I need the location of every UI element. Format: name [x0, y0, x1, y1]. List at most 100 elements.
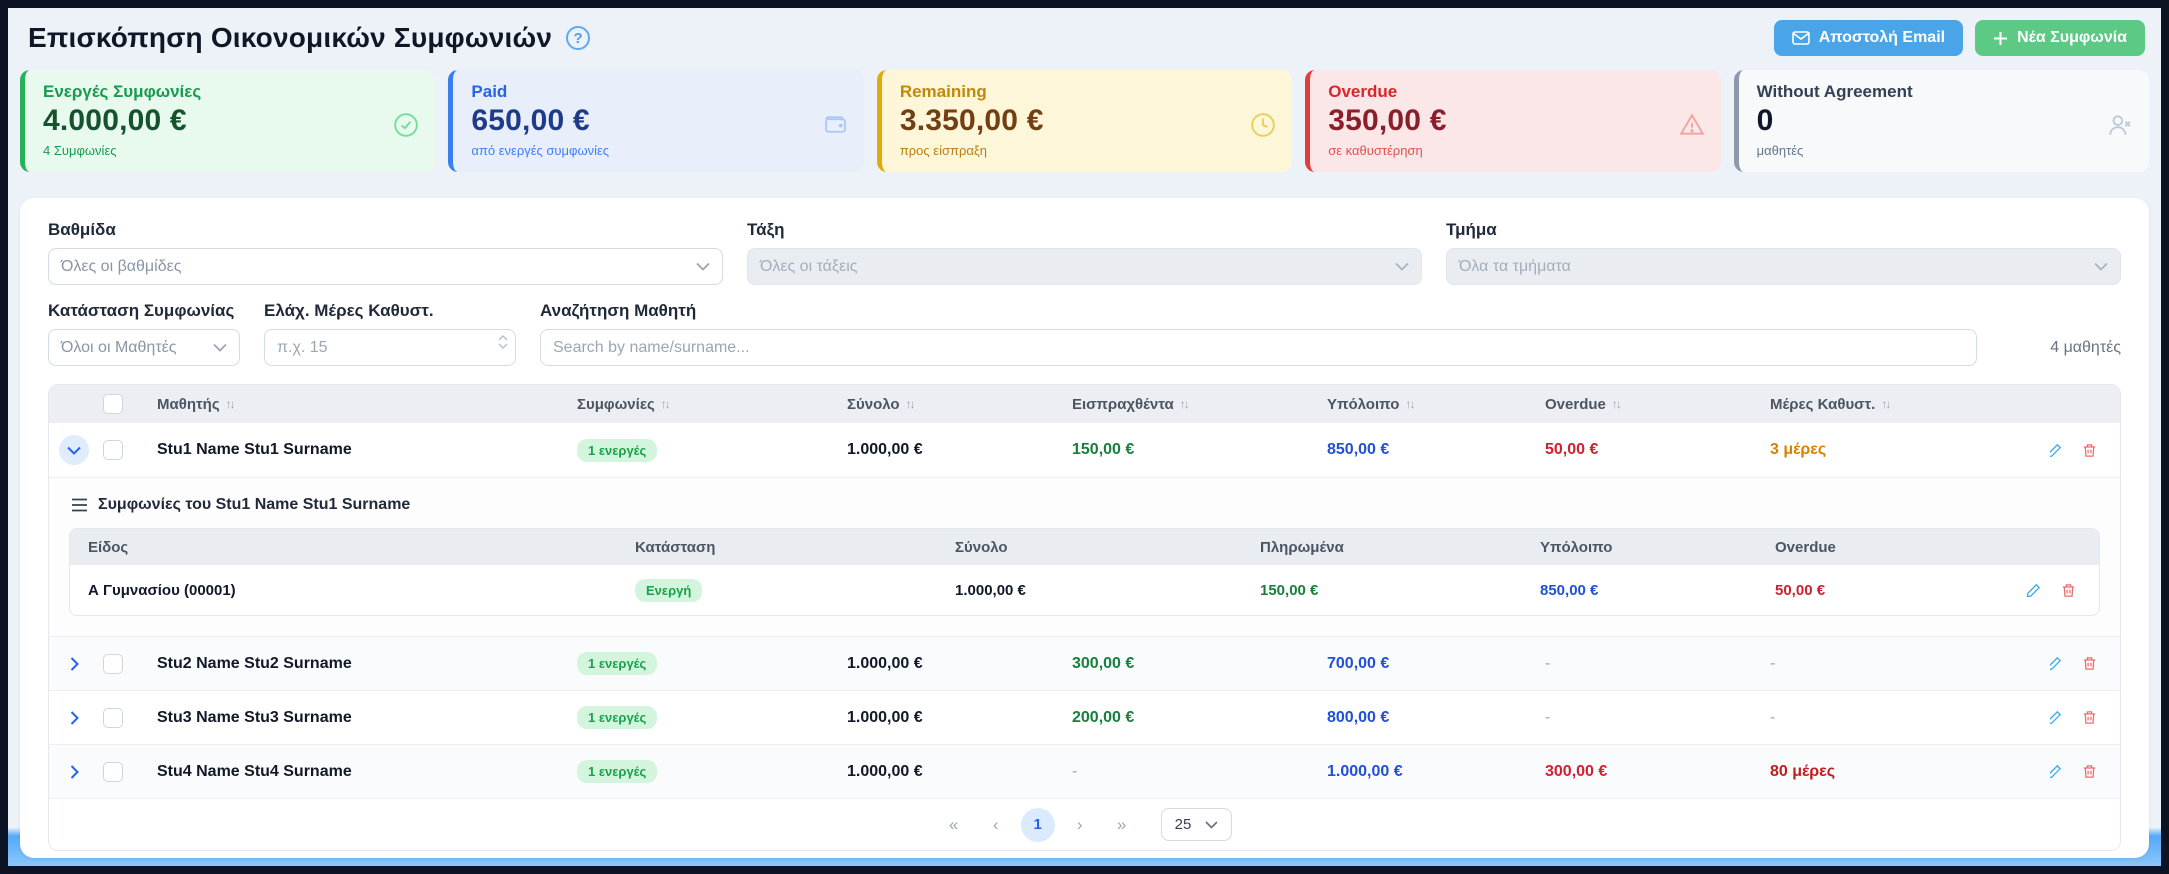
total-cell: 1.000,00 €: [847, 709, 1072, 727]
stat-card-paid: Paid 650,00 € από ενεργές συμφωνίες: [448, 70, 863, 172]
delete-button[interactable]: [2081, 763, 2098, 780]
delete-button[interactable]: [2081, 442, 2098, 459]
subheader-remaining: Υπόλοιπο: [1540, 539, 1775, 556]
header-total[interactable]: Σύνολο↑↓: [847, 396, 1072, 413]
delete-button[interactable]: [2081, 655, 2098, 672]
alert-triangle-icon: [1679, 112, 1705, 138]
delete-button[interactable]: [2060, 582, 2077, 599]
edit-button[interactable]: [2050, 763, 2063, 780]
sort-icon: ↑↓: [226, 397, 234, 411]
status-select[interactable]: Όλοι οι Μαθητές: [48, 329, 240, 366]
header-days[interactable]: Μέρες Καθυστ.↑↓: [1770, 396, 2050, 413]
stat-value: 650,00 €: [471, 104, 845, 138]
expand-row-button[interactable]: [59, 649, 89, 679]
subheader-paid: Πληρωμένα: [1260, 539, 1540, 556]
student-name: Stu4 Name Stu4 Surname: [157, 763, 577, 781]
sort-icon: ↑↓: [1405, 397, 1413, 411]
collected-cell: -: [1072, 763, 1327, 781]
trash-icon: [2081, 655, 2098, 672]
edit-button[interactable]: [2050, 709, 2063, 726]
sort-icon: ↑↓: [1180, 397, 1188, 411]
stat-label: Without Agreement: [1757, 82, 2131, 102]
sort-icon: ↑↓: [1612, 397, 1620, 411]
header-remaining[interactable]: Υπόλοιπο↑↓: [1327, 396, 1545, 413]
total-cell: 1.000,00 €: [847, 655, 1072, 673]
list-icon: [71, 498, 88, 512]
class-select: Όλες οι τάξεις: [747, 248, 1422, 285]
days-overdue-cell: -: [1770, 709, 2050, 727]
row-checkbox[interactable]: [103, 440, 123, 460]
filter-min-days: Ελάχ. Μέρες Καθυστ.: [264, 301, 516, 366]
pencil-icon: [2050, 763, 2063, 780]
overdue-cell: -: [1545, 655, 1770, 673]
chevron-down-icon: [696, 262, 710, 271]
pagination-current-page[interactable]: 1: [1021, 808, 1055, 842]
pencil-icon: [2050, 442, 2063, 459]
grade-select[interactable]: Όλες οι βαθμίδες: [48, 248, 723, 285]
pagination-next-button[interactable]: ›: [1063, 808, 1097, 842]
header-agreements[interactable]: Συμφωνίες↑↓: [577, 396, 847, 413]
edit-button[interactable]: [2050, 655, 2063, 672]
new-agreement-button[interactable]: Νέα Συμφωνία: [1975, 20, 2145, 56]
header-overdue[interactable]: Overdue↑↓: [1545, 396, 1770, 413]
chevron-right-icon: [70, 711, 79, 725]
trash-icon: [2081, 442, 2098, 459]
pencil-icon: [2025, 582, 2042, 599]
stat-subtitle: μαθητές: [1757, 143, 2131, 158]
min-days-input[interactable]: [264, 329, 516, 366]
sort-icon: ↑↓: [906, 397, 914, 411]
overdue-cell: 50,00 €: [1545, 441, 1770, 459]
row-checkbox[interactable]: [103, 762, 123, 782]
chevron-right-icon: [70, 765, 79, 779]
stat-label: Paid: [471, 82, 845, 102]
header-student[interactable]: Μαθητής↑↓: [157, 396, 577, 413]
days-overdue-cell: 3 μέρες: [1770, 441, 2050, 459]
select-all-checkbox[interactable]: [103, 394, 123, 414]
stat-subtitle: 4 Συμφωνίες: [43, 143, 417, 158]
overdue-cell: 300,00 €: [1545, 763, 1770, 781]
chevron-down-icon: [213, 343, 227, 352]
app-window: Επισκόπηση Οικονομικών Συμφωνιών ? Αποστ…: [0, 0, 2169, 874]
page-size-select[interactable]: 25: [1161, 808, 1233, 841]
subheader-total: Σύνολο: [955, 539, 1260, 556]
expanded-title: Συμφωνίες του Stu1 Name Stu1 Surname: [98, 496, 410, 514]
student-name: Stu3 Name Stu3 Surname: [157, 709, 577, 727]
expand-row-button[interactable]: [59, 703, 89, 733]
trash-icon: [2081, 763, 2098, 780]
edit-button[interactable]: [2050, 442, 2063, 459]
pagination-first-button[interactable]: «: [937, 808, 971, 842]
row-checkbox[interactable]: [103, 708, 123, 728]
grade-label: Βαθμίδα: [48, 220, 723, 240]
row-checkbox[interactable]: [103, 654, 123, 674]
page-title: Επισκόπηση Οικονομικών Συμφωνιών: [28, 22, 552, 54]
number-stepper[interactable]: [498, 335, 508, 349]
pagination-prev-button[interactable]: ‹: [979, 808, 1013, 842]
help-icon[interactable]: ?: [566, 26, 590, 50]
send-email-button[interactable]: Αποστολή Email: [1774, 20, 1963, 56]
pencil-icon: [2050, 655, 2063, 672]
delete-button[interactable]: [2081, 709, 2098, 726]
filter-section: Τμήμα Όλα τα τμήματα: [1446, 220, 2121, 285]
agreement-remaining: 850,00 €: [1540, 582, 1775, 599]
filter-class: Τάξη Όλες οι τάξεις: [747, 220, 1422, 285]
collapse-row-button[interactable]: [59, 435, 89, 465]
overdue-cell: -: [1545, 709, 1770, 727]
collected-cell: 150,00 €: [1072, 441, 1327, 459]
agreement-type: Α Γυμνασίου (00001): [70, 582, 635, 599]
stat-card-overdue: Overdue 350,00 € σε καθυστέρηση: [1305, 70, 1720, 172]
chevron-right-icon: [70, 657, 79, 671]
expand-row-button[interactable]: [59, 757, 89, 787]
clock-icon: [1250, 112, 1276, 138]
header-collected[interactable]: Εισπραχθέντα↑↓: [1072, 396, 1327, 413]
search-input[interactable]: [540, 329, 1977, 366]
days-overdue-cell: 80 μέρες: [1770, 763, 2050, 781]
edit-button[interactable]: [2025, 582, 2042, 599]
agreements-subtable: Είδος Κατάσταση Σύνολο Πληρωμένα Υπόλοιπ…: [69, 528, 2100, 616]
page-size-value: 25: [1175, 816, 1192, 833]
stat-label: Overdue: [1328, 82, 1702, 102]
check-circle-icon: [393, 112, 419, 138]
wallet-icon: [823, 112, 848, 137]
min-days-label: Ελάχ. Μέρες Καθυστ.: [264, 301, 516, 321]
stat-value: 4.000,00 €: [43, 104, 417, 138]
pagination-last-button[interactable]: »: [1105, 808, 1139, 842]
